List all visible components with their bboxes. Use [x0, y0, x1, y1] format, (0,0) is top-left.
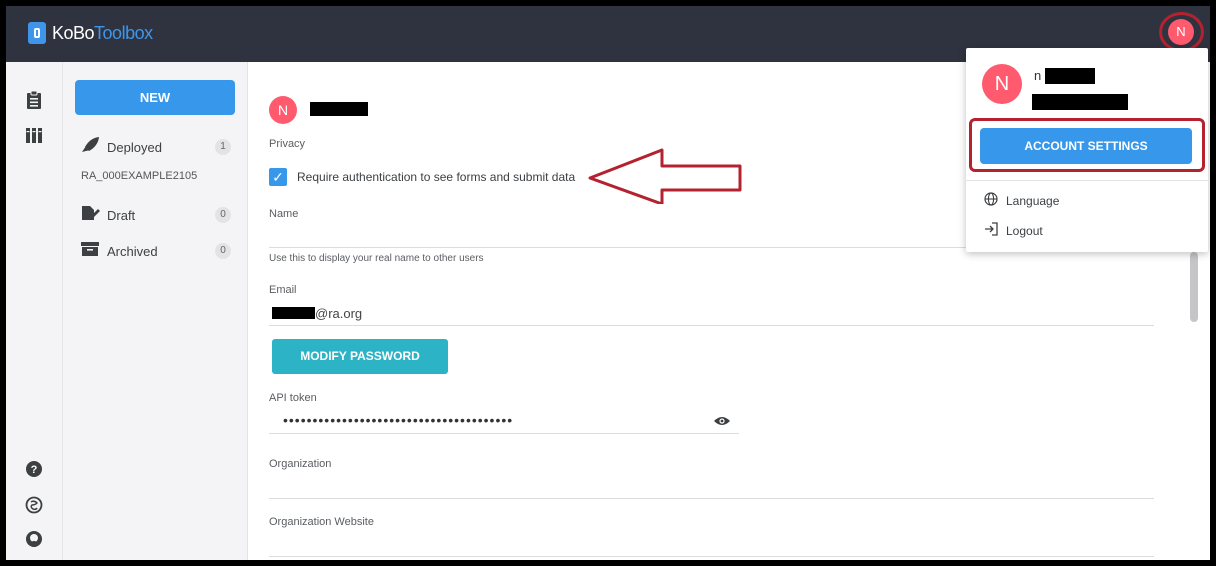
name-hint: Use this to display your real name to ot…	[269, 253, 484, 264]
sidebar-item-draft[interactable]: Draft 0	[79, 204, 239, 226]
account-dropdown: N n ACCOUNT SETTINGS Language Logout	[966, 48, 1208, 252]
sidebar-item-deployed[interactable]: Deployed 1	[79, 136, 239, 158]
language-menu-item[interactable]: Language	[984, 192, 1059, 209]
modify-password-button[interactable]: MODIFY PASSWORD	[272, 339, 448, 374]
pen-icon	[79, 204, 101, 227]
redacted-email-user	[272, 307, 315, 319]
library-sidebar: NEW Deployed 1 RA_000EXAMPLE2105 Draft 0…	[63, 62, 248, 560]
email-field[interactable]	[269, 325, 1154, 326]
rocket-icon	[79, 136, 101, 159]
deployed-project-link[interactable]: RA_000EXAMPLE2105	[81, 170, 197, 182]
redacted-username	[1045, 68, 1095, 84]
user-avatar: N	[269, 96, 297, 124]
svg-text:?: ?	[31, 464, 38, 476]
redacted-email	[1032, 94, 1128, 110]
logo-text-secondary: Toolbox	[94, 22, 153, 43]
annotation-box	[969, 118, 1205, 172]
require-auth-label[interactable]: Require authentication to see forms and …	[297, 170, 575, 184]
api-token-value: •••••••••••••••••••••••••••••••••••••••	[283, 412, 514, 428]
clipboard-icon[interactable]	[22, 90, 46, 114]
api-token-field	[269, 433, 739, 434]
scrollbar[interactable]	[1190, 252, 1198, 322]
language-label: Language	[1006, 193, 1060, 208]
email-label: Email	[269, 284, 297, 296]
library-icon[interactable]	[22, 126, 46, 150]
organization-website-label: Organization Website	[269, 516, 374, 528]
logo-text: KoBoToolbox	[52, 23, 153, 44]
annotation-circle	[1159, 12, 1204, 52]
sidebar-item-label: Draft	[107, 207, 136, 223]
annotation-arrow	[588, 148, 742, 204]
email-domain: @ra.org	[315, 306, 363, 321]
organization-field[interactable]	[269, 498, 1154, 499]
logout-label: Logout	[1006, 223, 1043, 238]
eye-icon[interactable]	[713, 414, 731, 426]
count-badge: 0	[215, 207, 231, 223]
new-button[interactable]: NEW	[75, 80, 235, 115]
organization-label: Organization	[269, 458, 332, 470]
logout-menu-item[interactable]: Logout	[984, 222, 1043, 239]
sidebar-item-label: Archived	[107, 243, 158, 259]
bottom-edge	[6, 560, 1210, 566]
logo-icon	[28, 22, 46, 44]
logout-icon	[984, 222, 1002, 239]
dropdown-avatar: N	[982, 64, 1022, 104]
api-token-label: API token	[269, 392, 317, 404]
count-badge: 1	[215, 139, 231, 155]
name-label: Name	[269, 208, 299, 220]
kobotoolbox-logo[interactable]: KoBoToolbox	[28, 22, 153, 44]
privacy-label: Privacy	[269, 138, 306, 150]
archive-icon	[79, 241, 101, 262]
community-icon[interactable]	[22, 496, 46, 520]
organization-website-field[interactable]	[269, 556, 1154, 557]
sidebar-item-archived[interactable]: Archived 0	[79, 240, 239, 262]
app-frame: KoBoToolbox N ? NEW Deployed 1 RA_000EXA…	[0, 0, 1216, 566]
globe-icon	[984, 192, 1002, 209]
count-badge: 0	[215, 243, 231, 259]
dropdown-username: n	[1034, 68, 1042, 83]
dropdown-divider	[966, 180, 1208, 181]
github-icon[interactable]	[22, 530, 46, 554]
help-icon[interactable]: ?	[22, 460, 46, 484]
require-auth-checkbox[interactable]: ✓	[269, 168, 287, 186]
sidebar-item-label: Deployed	[107, 139, 162, 155]
logo-text-primary: KoBo	[52, 22, 95, 43]
redacted-username	[310, 102, 368, 116]
icon-nav: ?	[6, 62, 63, 560]
